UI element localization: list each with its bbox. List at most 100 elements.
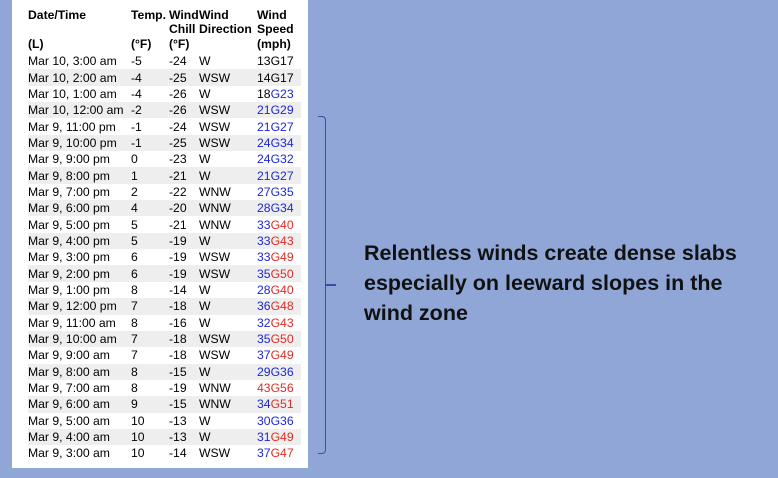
cell-wind-chill: -19 (169, 250, 187, 265)
table-row: Mar 9, 6:00 pm 4 -20 WNW 28G34 (28, 200, 301, 217)
cell-temp: 1 (131, 167, 169, 184)
cell-wind-chill: -19 (169, 381, 187, 396)
cell-datetime: Mar 10, 3:00 am (28, 54, 117, 69)
sustained-speed: 37 (257, 446, 271, 461)
cell-wind-direction: W (199, 315, 211, 330)
cell-wind-speed: 31G49 (257, 428, 301, 446)
table-row: Mar 9, 6:00 am 9 -15 WNW 34G51 (28, 396, 301, 413)
cell-wind-chill: -15 (169, 363, 199, 380)
gust-letter: G (270, 86, 281, 101)
cell-datetime: Mar 9, 11:00 pm (28, 119, 116, 134)
sustained-speed: 33 (257, 217, 271, 232)
table-row: Mar 9, 12:00 pm 7 -18 W 36G48 (28, 298, 301, 315)
sustained-speed: 13 (257, 54, 271, 69)
table-row: Mar 9, 5:00 pm 5 -21 WNW 33G40 (28, 216, 301, 232)
header-temp: Temp. (131, 8, 166, 22)
sustained-speed: 21 (257, 168, 271, 183)
gust-letter: G (270, 233, 281, 248)
cell-temp: 8 (131, 315, 138, 330)
gust-letter: G (270, 152, 281, 167)
cell-wind-direction: W (199, 232, 257, 250)
gust-speed: 35 (280, 184, 294, 199)
gust-letter: G (270, 315, 281, 330)
gust-speed: 43 (280, 233, 294, 248)
table-row: Mar 10, 3:00 am -5 -24 W 13G17 (28, 53, 301, 69)
cell-wind-direction: WSW (199, 250, 231, 265)
cell-wind-speed: 35G50 (257, 265, 301, 282)
cell-wind-direction: WNW (199, 200, 257, 217)
cell-wind-direction: WSW (199, 102, 257, 119)
cell-wind-direction: WNW (199, 217, 231, 232)
table-row: Mar 9, 5:00 am 10 -13 W 30G36 (28, 413, 301, 429)
cell-wind-direction: W (199, 54, 211, 69)
gust-speed: 32 (280, 152, 294, 167)
table-row: Mar 9, 7:00 am 8 -19 WNW 43G56 (28, 380, 301, 396)
gust-letter: G (270, 217, 281, 232)
cell-temp: -4 (131, 69, 169, 86)
table-row: Mar 9, 11:00 pm -1 -24 WSW 21G27 (28, 118, 301, 134)
cell-datetime: Mar 9, 9:00 pm (28, 152, 110, 167)
cell-wind-chill: -18 (169, 348, 187, 363)
sustained-speed: 33 (257, 250, 271, 265)
cell-wind-chill: -25 (169, 134, 199, 152)
cell-temp: 5 (131, 232, 169, 250)
cell-datetime: Mar 10, 12:00 am (28, 102, 131, 119)
gust-letter: G (270, 299, 281, 314)
gust-letter: G (270, 119, 281, 134)
cell-temp: 10 (131, 413, 145, 428)
unit-datetime: (L) (28, 37, 44, 51)
sustained-speed: 28 (257, 282, 271, 297)
cell-wind-direction: WSW (199, 446, 231, 461)
cell-wind-speed: 24G34 (257, 134, 301, 152)
header-wind-direction: Wind Direction (199, 8, 252, 36)
table-row: Mar 10, 2:00 am -4 -25 WSW 14G17 (28, 69, 301, 86)
gust-letter: G (270, 446, 281, 461)
cell-wind-chill: -21 (169, 217, 187, 232)
cell-wind-speed: 35G50 (257, 330, 301, 348)
weather-table-panel: Date/Time Temp. Wind Chill Wind Directio… (12, 0, 308, 468)
bracket-pointer (326, 284, 336, 286)
gust-speed: 47 (280, 446, 294, 461)
gust-letter: G (270, 250, 281, 265)
cell-wind-chill: -14 (169, 282, 187, 297)
cell-wind-chill: -23 (169, 152, 187, 167)
cell-datetime: Mar 9, 10:00 pm (28, 134, 131, 152)
sustained-speed: 43 (257, 381, 271, 396)
gust-speed: 27 (280, 119, 294, 134)
unit-wind-speed: (mph) (257, 37, 291, 51)
table-row: Mar 9, 10:00 am 7 -18 WSW 35G50 (28, 330, 301, 348)
cell-wind-direction: WSW (199, 119, 231, 134)
gust-letter: G (270, 70, 281, 85)
cell-wind-chill: -18 (169, 298, 199, 315)
gust-letter: G (270, 54, 281, 69)
cell-wind-speed: 28G34 (257, 200, 301, 217)
gust-letter: G (270, 282, 281, 297)
unit-wind-direction (199, 36, 257, 53)
header-wind-speed: Wind Speed (257, 8, 294, 36)
cell-temp: 6 (131, 265, 169, 282)
gust-letter: G (270, 201, 281, 216)
cell-wind-direction: WSW (199, 134, 257, 152)
gust-letter: G (270, 413, 281, 428)
cell-datetime: Mar 9, 10:00 am (28, 330, 131, 348)
cell-wind-speed: 28G40 (257, 282, 301, 298)
table-units-row: (L) (°F) (°F) (mph) (28, 36, 301, 53)
cell-wind-direction: WNW (199, 381, 231, 396)
gust-letter: G (270, 135, 281, 150)
table-row: Mar 9, 7:00 pm 2 -22 WNW 27G35 (28, 184, 301, 200)
cell-wind-direction: WNW (199, 184, 231, 199)
gust-speed: 40 (280, 282, 294, 297)
cell-datetime: Mar 9, 2:00 pm (28, 265, 131, 282)
cell-datetime: Mar 10, 1:00 am (28, 86, 117, 101)
cell-wind-direction: WSW (199, 265, 257, 282)
callout-text: Relentless winds create dense slabs espe… (364, 241, 737, 325)
table-row: Mar 9, 10:00 pm -1 -25 WSW 24G34 (28, 134, 301, 152)
cell-wind-speed: 29G36 (257, 363, 301, 380)
gust-speed: 34 (280, 201, 294, 216)
gust-speed: 43 (280, 315, 294, 330)
cell-temp: 7 (131, 330, 169, 348)
gust-speed: 36 (280, 364, 294, 379)
gust-letter: G (270, 168, 281, 183)
cell-datetime: Mar 9, 4:00 pm (28, 232, 131, 250)
gust-letter: G (270, 332, 281, 347)
